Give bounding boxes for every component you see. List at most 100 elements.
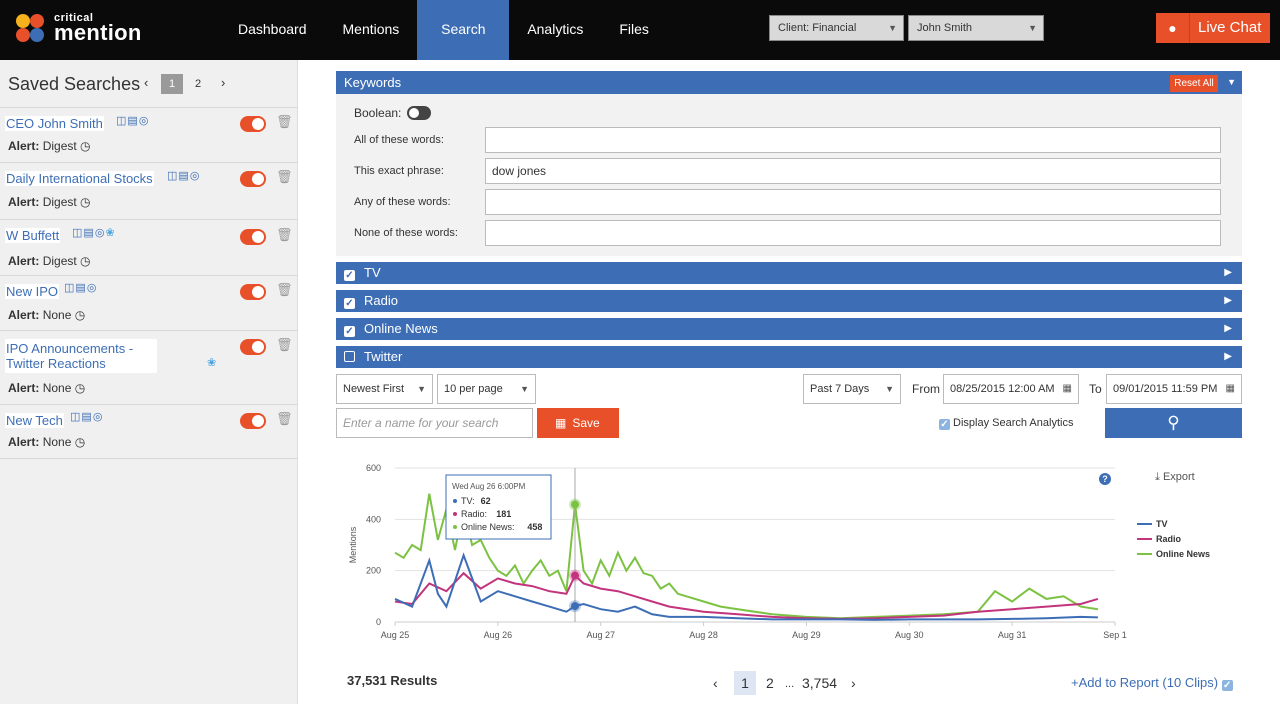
saved-search-name[interactable]: New IPO (5, 284, 60, 299)
floppy-disk-icon: ▦ (555, 416, 567, 430)
saved-search-name[interactable]: IPO Announcements - Twitter Reactions (5, 339, 157, 373)
trash-icon[interactable]: 🗑 (276, 114, 293, 130)
trash-icon[interactable]: 🗑 (276, 411, 293, 427)
source-online-news-bar[interactable]: ✓ Online News ▶ (336, 318, 1242, 340)
clock-icon[interactable]: ◷ (75, 308, 85, 322)
sidebar-page-2[interactable]: 2 (195, 78, 201, 90)
saved-search-name[interactable]: Daily International Stocks (5, 171, 154, 186)
from-date-input[interactable]: 08/25/2015 12:00 AM ▦ (943, 374, 1079, 404)
clock-icon[interactable]: ◷ (80, 254, 90, 268)
checkbox-checked-icon[interactable]: ✓ (939, 419, 950, 430)
alert-toggle[interactable] (240, 229, 266, 245)
nav-files[interactable]: Files (601, 0, 667, 60)
next-page-icon[interactable]: › (851, 675, 856, 691)
source-radio-bar[interactable]: ✓ Radio ▶ (336, 290, 1242, 312)
saved-search-item[interactable]: New IPO ◫▤◎ 🗑 Alert: None ◷ (0, 275, 298, 330)
alert-value: Digest (42, 139, 77, 153)
checkbox-checked-icon[interactable]: ✓ (344, 326, 355, 337)
help-icon[interactable]: ? (1099, 473, 1111, 485)
chevron-right-icon: ▶ (1224, 323, 1232, 334)
saved-search-item[interactable]: Daily International Stocks ◫▤◎ 🗑 Alert: … (0, 162, 298, 219)
clock-icon[interactable]: ◷ (80, 195, 90, 209)
client-select[interactable]: Client: Financial ▼ (769, 15, 904, 41)
radio-icon: ▤ (83, 227, 95, 239)
add-to-report-link[interactable]: +Add to Report (10 Clips) ✓ (1071, 675, 1233, 691)
results-page-1[interactable]: 1 (734, 671, 756, 695)
trash-icon[interactable]: 🗑 (276, 337, 293, 353)
exact-phrase-input[interactable]: dow jones (485, 158, 1221, 184)
alert-toggle[interactable] (240, 116, 266, 132)
checkbox-unchecked-icon[interactable] (344, 351, 355, 362)
mentions-chart[interactable]: 0 200 400 600 Mentions Aug 25 Aug 26 Aug 27 Aug … (340, 455, 1240, 655)
keywords-header[interactable]: Keywords ▼ (336, 71, 1242, 94)
boolean-label: Boolean: (354, 106, 402, 120)
x-tick-label: Aug 29 (792, 630, 821, 640)
boolean-toggle[interactable] (407, 106, 431, 120)
reset-all-button[interactable]: Reset All (1170, 75, 1218, 92)
nav-analytics[interactable]: Analytics (509, 0, 601, 60)
saved-search-name[interactable]: W Buffett (5, 228, 61, 243)
alert-toggle[interactable] (240, 171, 266, 187)
trash-icon[interactable]: 🗑 (276, 169, 293, 185)
checkbox-checked-icon[interactable]: ✓ (1221, 680, 1233, 691)
next-page-icon[interactable]: › (221, 75, 225, 90)
nav-dashboard[interactable]: Dashboard (220, 0, 325, 60)
clock-icon[interactable]: ◷ (80, 139, 90, 153)
per-page-select[interactable]: 10 per page ▼ (437, 374, 536, 404)
saved-search-item[interactable]: CEO John Smith ◫▤◎ 🗑 Alert: Digest ◷ (0, 107, 298, 162)
nav-search[interactable]: Search (417, 0, 510, 60)
x-tick-label: Aug 28 (689, 630, 718, 640)
source-icons: ◫▤◎ (70, 410, 103, 423)
critical-mention-logo[interactable]: critical mention (16, 12, 156, 46)
tv-icon: ◫ (72, 227, 84, 239)
saved-search-name[interactable]: CEO John Smith (5, 116, 104, 131)
save-button[interactable]: ▦ Save (537, 408, 619, 438)
date-range-select[interactable]: Past 7 Days ▼ (803, 374, 901, 404)
to-date-input[interactable]: 09/01/2015 11:59 PM ▦ (1106, 374, 1242, 404)
x-tick-label: Aug 30 (895, 630, 924, 640)
saved-search-item[interactable]: IPO Announcements - Twitter Reactions ❀ … (0, 330, 298, 404)
user-select[interactable]: John Smith ▼ (908, 15, 1044, 41)
radio-icon: ▤ (178, 170, 190, 182)
clock-icon[interactable]: ◷ (75, 435, 85, 449)
clock-icon[interactable]: ◷ (75, 381, 85, 395)
calendar-icon[interactable]: ▦ (1063, 375, 1072, 403)
alert-toggle[interactable] (240, 413, 266, 429)
chevron-down-icon: ▼ (885, 384, 894, 394)
results-page-last[interactable]: 3,754 (802, 675, 837, 691)
source-tv-bar[interactable]: ✓ TV ▶ (336, 262, 1242, 284)
alert-label: Alert: (8, 381, 40, 395)
x-tick-label: Aug 25 (381, 630, 410, 640)
nav-mentions[interactable]: Mentions (325, 0, 418, 60)
search-button[interactable]: ⚲ (1105, 408, 1242, 438)
checkbox-checked-icon[interactable]: ✓ (344, 270, 355, 281)
search-name-input[interactable]: Enter a name for your search (336, 408, 533, 438)
saved-search-item[interactable]: New Tech ◫▤◎ 🗑 Alert: None ◷ (0, 404, 298, 459)
results-count: 37,531 Results (347, 673, 438, 688)
calendar-icon[interactable]: ▦ (1226, 375, 1235, 403)
alert-toggle[interactable] (240, 339, 266, 355)
export-button[interactable]: ⤓ Export (1155, 471, 1195, 484)
chevron-down-icon[interactable]: ▼ (1227, 71, 1236, 94)
none-words-input[interactable] (485, 220, 1221, 246)
sidebar-page-1[interactable]: 1 (161, 74, 183, 94)
alert-toggle[interactable] (240, 284, 266, 300)
prev-page-icon[interactable]: ‹ (713, 675, 718, 691)
any-words-input[interactable] (485, 189, 1221, 215)
live-chat-button[interactable]: ● Live Chat (1156, 13, 1270, 43)
sort-select[interactable]: Newest First ▼ (336, 374, 433, 404)
saved-search-item[interactable]: W Buffett ◫▤◎❀ 🗑 Alert: Digest ◷ (0, 219, 298, 275)
date-range-value: Past 7 Days (810, 383, 870, 395)
trash-icon[interactable]: 🗑 (276, 282, 293, 298)
results-page-2[interactable]: 2 (766, 675, 774, 691)
trash-icon[interactable]: 🗑 (276, 227, 293, 243)
saved-search-name[interactable]: New Tech (5, 413, 64, 428)
source-twitter-bar[interactable]: Twitter ▶ (336, 346, 1242, 368)
tooltip-label: Radio: (461, 509, 487, 519)
all-words-input[interactable] (485, 127, 1221, 153)
prev-page-icon[interactable]: ‹ (144, 75, 148, 90)
checkbox-checked-icon[interactable]: ✓ (344, 298, 355, 309)
display-analytics-toggle[interactable]: ✓ Display Search Analytics (939, 417, 1073, 430)
alert-status: Alert: Digest ◷ (8, 195, 91, 209)
sort-value: Newest First (343, 383, 405, 395)
